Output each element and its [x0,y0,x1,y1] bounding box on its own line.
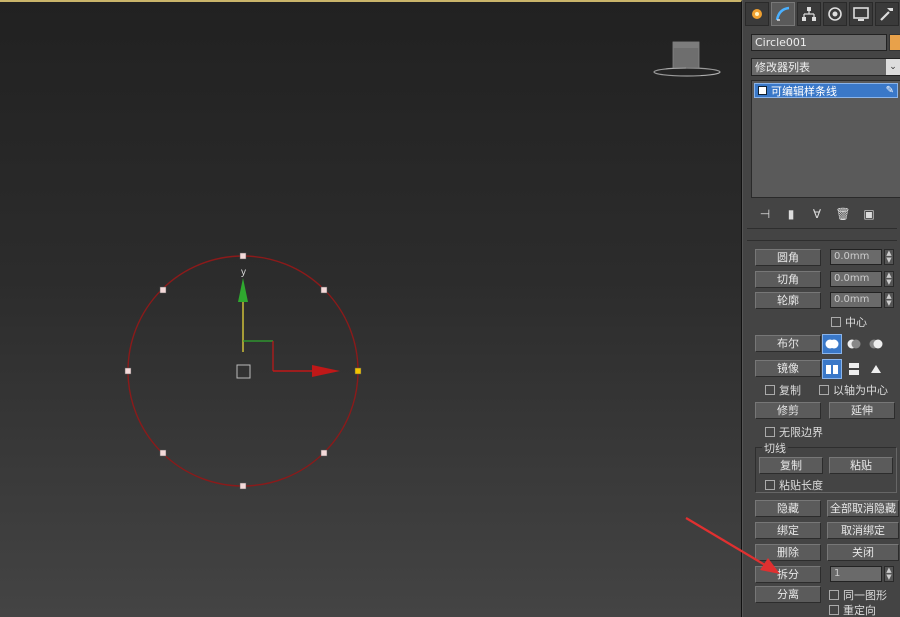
paste-length-checkbox[interactable]: 粘贴长度 [765,477,823,493]
stack-item-editable-spline[interactable]: 可编辑样条线 ✎ [754,83,898,98]
copy-checkbox[interactable]: 复制 [765,382,801,398]
unhide-all-button[interactable]: 全部取消隐藏 [827,500,899,517]
vertex-bottom [239,482,247,490]
mirror-horizontal-icon[interactable] [822,359,842,379]
outline-spinner-icon[interactable]: ▲ ▼ [884,292,894,308]
pin-stack-icon[interactable]: ⊣ [755,205,775,223]
extend-button[interactable]: 延伸 [829,402,895,419]
checkbox-box[interactable] [829,590,839,600]
same-shape-checkbox[interactable]: 同一图形 [829,587,887,603]
tangent-copy-button[interactable]: 复制 [759,457,823,474]
utilities-icon [880,8,893,21]
checkbox-box[interactable] [829,605,839,615]
checkbox-box[interactable] [765,480,775,490]
trim-button[interactable]: 修剪 [755,402,821,419]
pivot-marker [236,364,251,379]
paste-length-label: 粘贴长度 [779,479,823,492]
object-name-field[interactable]: Circle001 [751,34,887,51]
about-pivot-checkbox[interactable]: 以轴为中心 [819,382,888,398]
panel-tabs [743,2,900,28]
fillet-button[interactable]: 圆角 [755,249,821,266]
close-button[interactable]: 关闭 [827,544,899,561]
divider [747,228,897,229]
object-color-swatch[interactable] [889,34,900,51]
about-pivot-label: 以轴为中心 [833,384,888,397]
viewcube-icon[interactable] [652,40,722,80]
utilities-tab[interactable] [875,2,899,26]
vertex-bottom-left [159,449,167,457]
boolean-button[interactable]: 布尔 [755,335,821,352]
center-checkbox[interactable]: 中心 [831,314,867,330]
same-shape-label: 同一图形 [843,589,887,602]
perspective-viewport[interactable]: y [0,0,742,617]
fillet-value-field[interactable]: 0.0mm [830,249,882,265]
modifier-stack[interactable]: 可编辑样条线 ✎ [751,80,900,198]
infinite-bounds-checkbox[interactable]: 无限边界 [765,424,823,440]
boolean-union-icon[interactable] [822,334,842,354]
pencil-icon: ✎ [885,85,894,96]
motion-icon [828,7,842,21]
hierarchy-tab[interactable] [797,2,821,26]
copy-label: 复制 [779,384,801,397]
hierarchy-icon [802,7,816,21]
vertex-top [239,252,247,260]
tangent-group-label: 切线 [762,440,788,456]
vertex-top-left [159,286,167,294]
modify-tab[interactable] [771,2,795,26]
modify-icon [775,6,790,21]
axis-y-label: y [241,267,246,278]
checkbox-box[interactable] [831,317,841,327]
divide-count-field[interactable]: 1 [830,566,882,582]
mirror-both-icon[interactable] [866,359,886,379]
divider [747,240,897,241]
stack-toolbar: ⊣ ▮ ∀ 🗑 ▣ [751,204,900,224]
create-icon [752,9,762,19]
modifier-list-dropdown[interactable]: 修改器列表 ⌄ [751,58,900,76]
create-tab[interactable] [745,2,769,26]
display-icon [853,7,869,21]
boolean-subtract-icon[interactable] [844,334,864,354]
make-unique-icon[interactable]: ∀ [807,205,827,223]
display-tab[interactable] [849,2,873,26]
vertex-right-first [354,367,362,375]
remove-modifier-icon[interactable]: 🗑 [833,205,853,223]
expand-toggle-icon[interactable] [758,86,767,95]
mirror-vertical-icon[interactable] [844,359,864,379]
mirror-button[interactable]: 镜像 [755,360,821,377]
tangent-paste-button[interactable]: 粘贴 [829,457,893,474]
center-label: 中心 [845,316,867,329]
detach-button[interactable]: 分离 [755,586,821,603]
chamfer-value-field[interactable]: 0.0mm [830,271,882,287]
checkbox-box[interactable] [765,427,775,437]
modifier-list-label: 修改器列表 [755,61,810,74]
chamfer-spinner-icon[interactable]: ▲ ▼ [884,271,894,287]
divide-spinner-icon[interactable]: ▲ ▼ [884,566,894,582]
reorient-checkbox[interactable]: 重定向 [829,602,876,617]
chevron-down-icon[interactable]: ⌄ [886,59,900,75]
fillet-spinner-icon[interactable]: ▲ ▼ [884,249,894,265]
outline-button[interactable]: 轮廓 [755,292,821,309]
vertex-top-right [320,286,328,294]
motion-tab[interactable] [823,2,847,26]
infinite-bounds-label: 无限边界 [779,426,823,439]
viewport-scene: y [124,252,362,490]
checkbox-box[interactable] [765,385,775,395]
outline-value-field[interactable]: 0.0mm [830,292,882,308]
vertex-left [124,367,132,375]
boolean-intersect-icon[interactable] [866,334,886,354]
checkbox-box[interactable] [819,385,829,395]
chamfer-button[interactable]: 切角 [755,271,821,288]
reorient-label: 重定向 [843,604,876,617]
annotation-arrow-icon [685,517,780,574]
stack-item-label: 可编辑样条线 [771,84,837,98]
configure-sets-icon[interactable]: ▣ [859,205,879,223]
show-end-result-icon[interactable]: ▮ [781,205,801,223]
vertex-bottom-right [320,449,328,457]
unbind-button[interactable]: 取消绑定 [827,522,899,539]
